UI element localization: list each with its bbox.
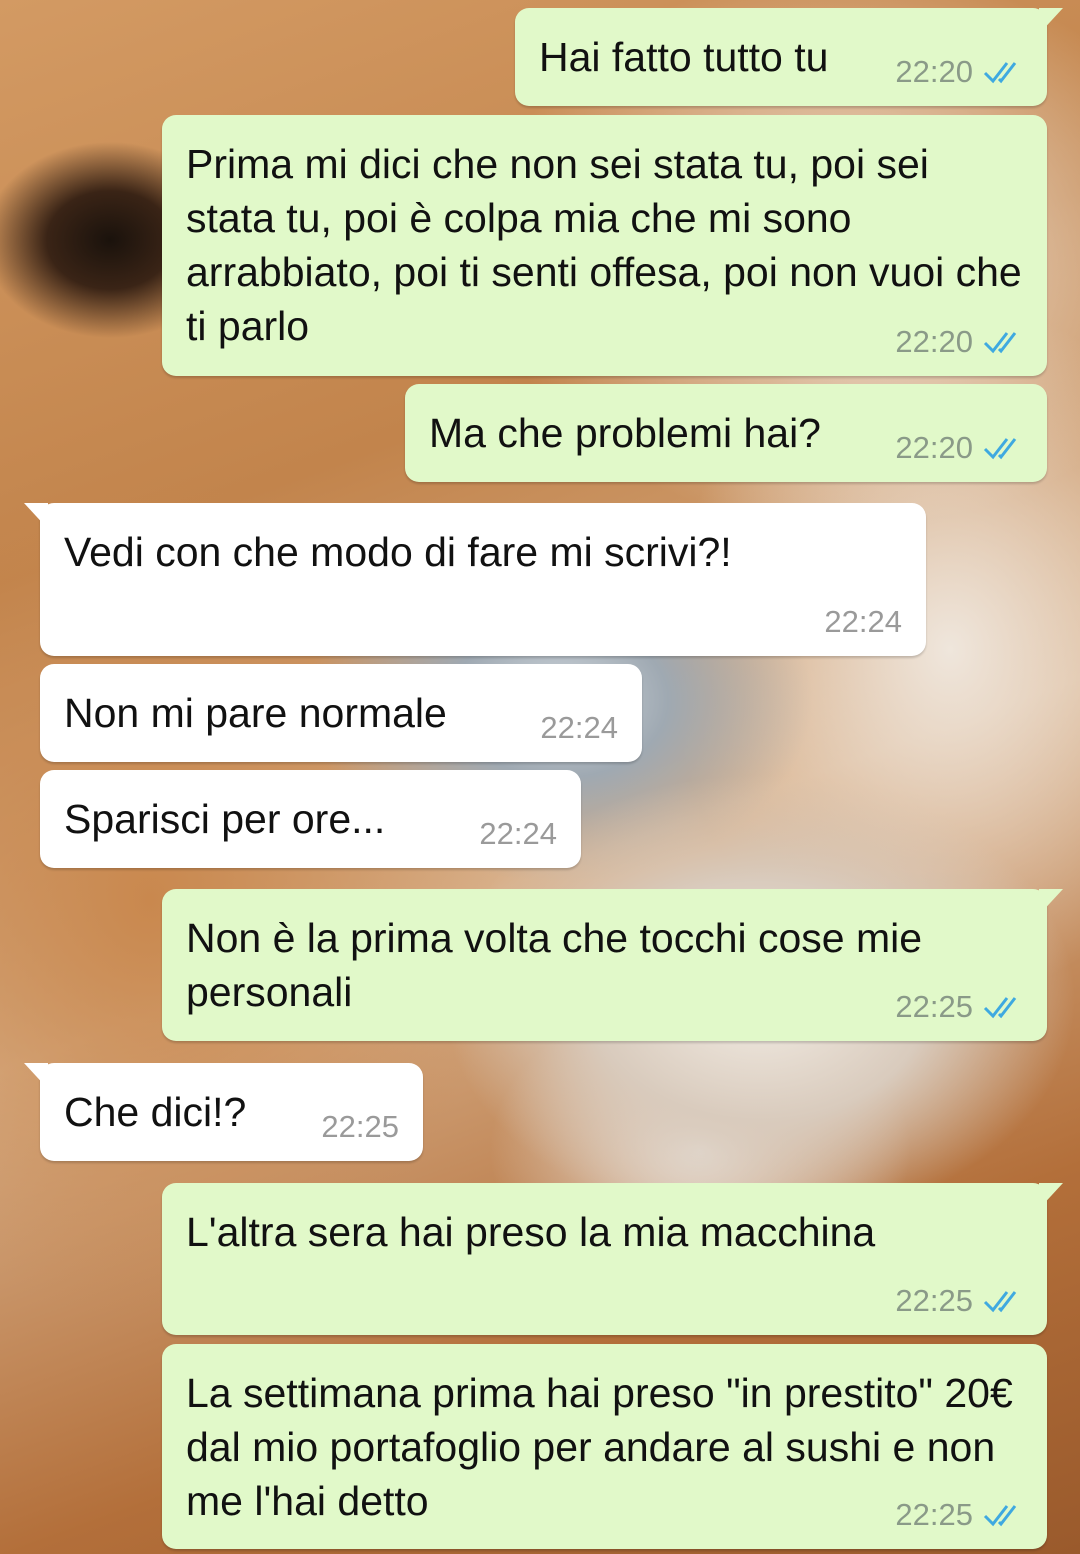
message-meta: 22:25 (895, 1497, 1023, 1533)
bubble-tail (1039, 1183, 1063, 1209)
double-check-icon (983, 994, 1023, 1020)
message-meta: 22:25 (895, 989, 1023, 1025)
message-text: Prima mi dici che non sei stata tu, poi … (186, 141, 1034, 349)
bubble-tail (24, 503, 48, 529)
double-check-icon (983, 1502, 1023, 1528)
message-meta: 22:25 (321, 1109, 399, 1145)
message-time: 22:20 (895, 324, 973, 359)
message-text: Vedi con che modo di fare mi scrivi?! (64, 529, 732, 575)
message-bubble-incoming[interactable]: Sparisci per ore... 22:24 (40, 770, 581, 868)
bubble-tail (1039, 8, 1063, 34)
double-check-icon (983, 435, 1023, 461)
bubble-tail (1039, 889, 1063, 915)
bubble-tail (24, 1063, 48, 1089)
message-time: 22:20 (895, 430, 973, 465)
message-bubble-outgoing[interactable]: Prima mi dici che non sei stata tu, poi … (162, 115, 1047, 376)
message-bubble-incoming[interactable]: Non mi pare normale 22:24 (40, 664, 642, 762)
double-check-icon (983, 329, 1023, 355)
double-check-icon (983, 1288, 1023, 1314)
message-list[interactable]: Hai fatto tutto tu 22:20 Prima mi dici c… (0, 0, 1080, 1554)
message-meta: 22:24 (540, 710, 618, 746)
message-time: 22:25 (895, 1283, 973, 1318)
message-bubble-outgoing[interactable]: Hai fatto tutto tu 22:20 (515, 8, 1063, 106)
message-bubble-outgoing[interactable]: La settimana prima hai preso "in prestit… (162, 1344, 1047, 1549)
message-meta: 22:20 (895, 430, 1023, 466)
message-bubble-incoming[interactable]: Che dici!? 22:25 (24, 1063, 423, 1161)
message-time: 22:24 (479, 816, 557, 851)
message-time: 22:25 (321, 1109, 399, 1144)
message-bubble-outgoing[interactable]: Ma che problemi hai? 22:20 (405, 384, 1047, 482)
message-text: Non mi pare normale (64, 690, 447, 736)
message-meta: 22:25 (895, 1283, 1023, 1319)
message-meta: 22:24 (824, 604, 902, 640)
message-time: 22:25 (895, 1497, 973, 1532)
message-meta: 22:20 (895, 54, 1023, 90)
message-bubble-outgoing[interactable]: Non è la prima volta che tocchi cose mie… (162, 889, 1063, 1041)
message-meta: 22:24 (479, 816, 557, 852)
message-meta: 22:20 (895, 324, 1023, 360)
message-time: 22:24 (540, 710, 618, 745)
message-time: 22:25 (895, 989, 973, 1024)
message-text: L'altra sera hai preso la mia macchina (186, 1209, 876, 1255)
message-time: 22:20 (895, 54, 973, 89)
message-bubble-outgoing[interactable]: L'altra sera hai preso la mia macchina 2… (162, 1183, 1063, 1335)
message-bubble-incoming[interactable]: Vedi con che modo di fare mi scrivi?! 22… (24, 503, 926, 656)
double-check-icon (983, 59, 1023, 85)
message-time: 22:24 (824, 604, 902, 639)
